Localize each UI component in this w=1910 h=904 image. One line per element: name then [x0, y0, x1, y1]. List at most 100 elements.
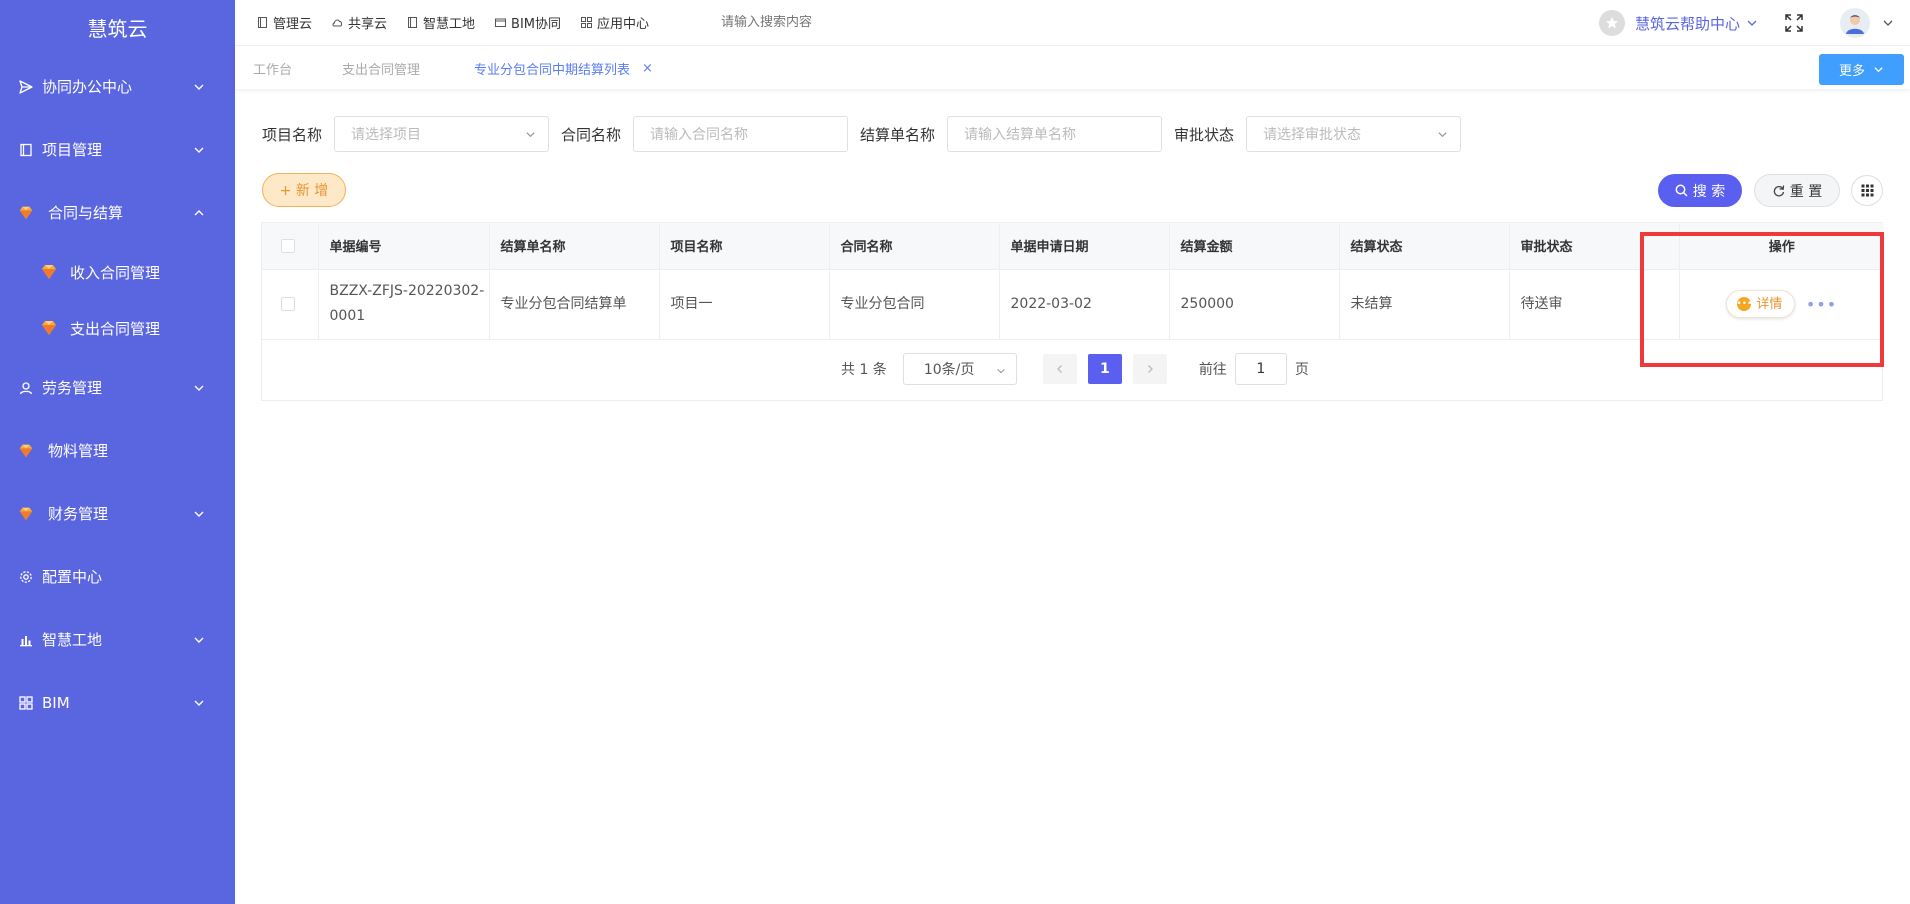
add-button[interactable]: + 新 增: [262, 173, 346, 207]
tab-subcontract-settlement-list[interactable]: 专业分包合同中期结算列表 ×: [474, 59, 653, 78]
cell-project: 项目一: [659, 269, 830, 340]
project-label: 项目名称: [262, 125, 323, 144]
chevron-down-icon: [194, 700, 204, 706]
sidebar-item-label: 收入合同管理: [70, 263, 161, 282]
toplink-app-center[interactable]: 应用中心: [581, 13, 649, 32]
page-suffix: 页: [1294, 362, 1309, 378]
help-center-label: 慧筑云帮助中心: [1634, 14, 1740, 33]
sidebar-item-income-contract[interactable]: 收入合同管理: [0, 244, 235, 300]
toplink-smart-site[interactable]: 智慧工地: [407, 13, 475, 32]
cell-code: BZZX-ZFJS-20220302- 0001: [318, 269, 490, 340]
chevron-down-icon: [194, 147, 204, 153]
select-all-checkbox[interactable]: [281, 238, 295, 253]
sidebar-item-smart-site[interactable]: 智慧工地: [0, 608, 235, 671]
fullscreen-icon[interactable]: [1784, 13, 1804, 33]
prev-page-button[interactable]: [1042, 354, 1077, 384]
top-search-input[interactable]: [721, 15, 962, 30]
more-dots-icon: •••: [1736, 297, 1752, 311]
grid-icon: [1861, 184, 1873, 197]
sidebar-item-labor-management[interactable]: 劳务管理: [0, 356, 235, 419]
more-button[interactable]: 更多: [1819, 54, 1904, 85]
brand-logo: 慧筑云: [87, 17, 148, 41]
toplink-label: 共享云: [348, 17, 388, 32]
approval-placeholder: 请选择审批状态: [1263, 127, 1362, 143]
goto-page-input[interactable]: [1234, 353, 1287, 385]
sidebar-item-label: 项目管理: [42, 141, 103, 159]
sidebar-item-project-management[interactable]: 项目管理: [0, 118, 235, 181]
chevron-down-icon: [1438, 132, 1447, 138]
tab-label: 支出合同管理: [342, 62, 421, 78]
cell-operations: ••• 详情 •••: [1679, 269, 1884, 340]
cell-settlement-name: 专业分包合同结算单: [489, 269, 660, 340]
header-settlement-name: 结算单名称: [489, 223, 660, 270]
search-button[interactable]: 搜 索: [1658, 174, 1742, 207]
column-settings-button[interactable]: [1851, 175, 1883, 206]
wallet-icon: [495, 18, 507, 27]
cell-contract: 专业分包合同: [829, 269, 1000, 340]
more-label: 更多: [1838, 64, 1865, 79]
chevron-right-icon: [1147, 365, 1153, 373]
filter-bar: 项目名称 请选择项目 合同名称 请输入合同名称 结算单名称 请输入结算单名称 审…: [262, 116, 1473, 152]
chevron-down-icon: [194, 385, 204, 391]
gem-icon: [40, 319, 58, 337]
sidebar-item-label: 智慧工地: [42, 631, 103, 649]
next-page-button[interactable]: [1132, 354, 1167, 384]
page-size-label: 10条/页: [923, 362, 975, 378]
document-icon: [258, 17, 267, 28]
chevron-left-icon: [1056, 365, 1062, 373]
detail-button[interactable]: ••• 详情: [1726, 290, 1796, 318]
sidebar-item-contract-settlement[interactable]: 合同与结算: [0, 181, 235, 244]
toplink-bim-collab[interactable]: BIM协同: [495, 13, 561, 32]
avatar[interactable]: [1840, 8, 1870, 38]
sidebar-item-expense-contract[interactable]: 支出合同管理: [0, 300, 235, 356]
book-icon: [18, 142, 34, 158]
approval-status-select[interactable]: 请选择审批状态: [1246, 116, 1462, 152]
sidebar: 慧筑云 协同办公中心 项目管理 合同与结算 收入合同管理 支出合同管理 劳务管理…: [0, 0, 235, 904]
pagination-total: 共 1 条: [841, 362, 887, 378]
sidebar-item-finance-management[interactable]: 财务管理: [0, 482, 235, 545]
tab-expense-contract[interactable]: 支出合同管理: [342, 59, 420, 78]
header-contract: 合同名称: [829, 223, 1000, 270]
grid-icon: [581, 17, 593, 28]
send-icon: [18, 79, 34, 95]
gem-icon: [18, 443, 34, 459]
close-icon[interactable]: ×: [642, 61, 653, 76]
detail-label: 详情: [1756, 296, 1783, 312]
settlement-name-input[interactable]: 请输入结算单名称: [947, 116, 1163, 152]
goto-label: 前往: [1198, 362, 1227, 378]
page-number-current[interactable]: 1: [1087, 354, 1122, 384]
sidebar-item-label: 劳务管理: [42, 379, 103, 397]
toplink-management-cloud[interactable]: 管理云: [257, 13, 312, 32]
contract-label: 合同名称: [561, 125, 622, 144]
tab-label: 工作台: [253, 62, 293, 78]
more-actions-button[interactable]: •••: [1806, 292, 1837, 317]
header-amount: 结算金额: [1169, 223, 1340, 270]
bar-chart-icon: [18, 632, 34, 648]
tab-workbench[interactable]: 工作台: [253, 59, 292, 78]
sidebar-item-config-center[interactable]: 配置中心: [0, 545, 235, 608]
chevron-down-icon[interactable]: [1882, 17, 1894, 29]
contract-name-input[interactable]: 请输入合同名称: [633, 116, 849, 152]
project-select[interactable]: 请选择项目: [334, 116, 550, 152]
toplink-share-cloud[interactable]: 共享云: [332, 13, 387, 32]
tabs-bar: 工作台 支出合同管理 专业分包合同中期结算列表 × 更多: [235, 47, 1910, 89]
page-size-select[interactable]: 10条/页: [902, 353, 1017, 385]
sidebar-item-bim[interactable]: BIM: [0, 671, 235, 734]
chevron-down-icon: [1747, 20, 1757, 26]
sidebar-item-material-management[interactable]: 物料管理: [0, 419, 235, 482]
approval-label: 审批状态: [1174, 125, 1235, 144]
gear-icon: [18, 569, 34, 585]
row-checkbox[interactable]: [281, 297, 295, 311]
sidebar-item-collab-office[interactable]: 协同办公中心: [0, 55, 235, 118]
user-avatar-icon: [1846, 15, 1864, 34]
reset-button[interactable]: 重 置: [1754, 174, 1840, 207]
sidebar-item-label: 财务管理: [48, 505, 109, 523]
project-placeholder: 请选择项目: [351, 127, 422, 143]
help-center-dropdown[interactable]: 慧筑云帮助中心: [1598, 10, 1758, 36]
chevron-up-icon: [194, 209, 204, 215]
header-project: 项目名称: [659, 223, 830, 270]
tab-label: 专业分包合同中期结算列表: [474, 62, 631, 78]
sidebar-item-label: 配置中心: [42, 568, 103, 586]
table-row: BZZX-ZFJS-20220302- 0001 专业分包合同结算单 项目一 专…: [262, 269, 1884, 340]
gem-icon: [18, 205, 34, 221]
